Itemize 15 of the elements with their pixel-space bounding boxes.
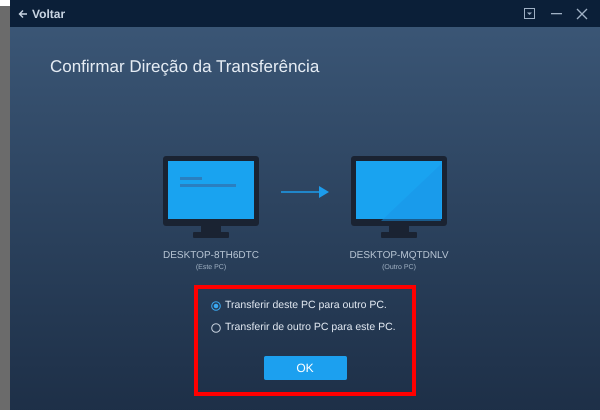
back-button[interactable]: Voltar bbox=[18, 4, 66, 22]
radio-option[interactable]: Transferir deste PC para outro PC. bbox=[211, 298, 396, 314]
arrow-icon bbox=[281, 186, 329, 198]
dropdown-icon[interactable] bbox=[524, 8, 535, 19]
computer-name: DESKTOP-MQTDNLV bbox=[349, 248, 449, 262]
radio-icon bbox=[211, 300, 221, 311]
close-icon[interactable] bbox=[576, 8, 588, 20]
monitor-icon bbox=[351, 156, 447, 238]
back-arrow-icon bbox=[18, 8, 28, 18]
radio-option[interactable]: Transferir de outro PC para este PC. bbox=[211, 320, 396, 336]
minimize-icon[interactable] bbox=[551, 12, 562, 14]
page-heading: Confirmar Direção da Transferência bbox=[50, 56, 320, 78]
monitor-icon bbox=[163, 156, 259, 238]
computer-name: DESKTOP-8TH6DTC bbox=[163, 248, 259, 262]
radio-icon bbox=[211, 322, 221, 333]
